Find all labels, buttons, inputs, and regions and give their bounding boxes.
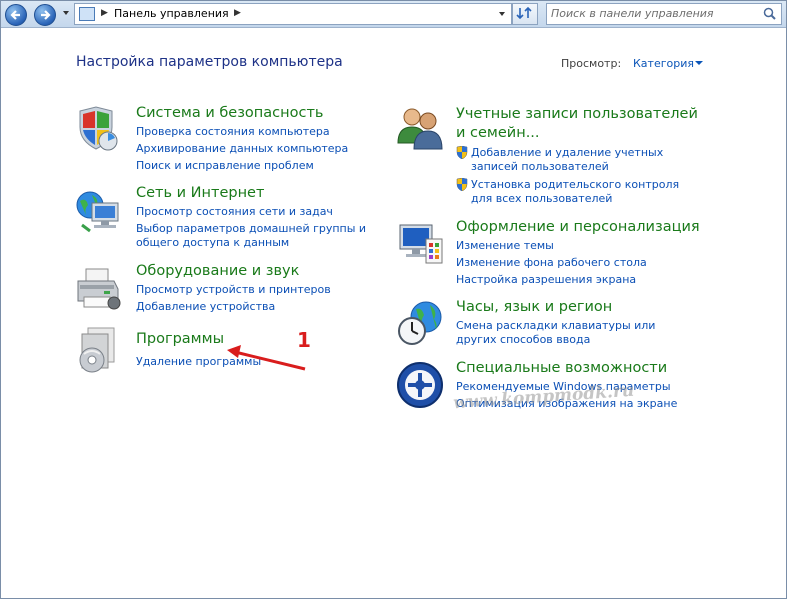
view-label: Просмотр: [561,57,622,70]
uac-shield-icon [456,178,468,191]
annotation-number: 1 [297,328,311,352]
refresh-button[interactable] [512,3,538,25]
users-icon[interactable] [396,103,444,151]
back-button[interactable] [5,4,27,26]
forward-button[interactable] [34,4,56,26]
accessibility-icon[interactable] [396,361,444,409]
chevron-right-icon[interactable]: ▶ [101,8,108,18]
link-devices-printers[interactable]: Просмотр устройств и принтеров [136,283,331,297]
breadcrumb-control-panel[interactable]: Панель управления [114,7,229,20]
address-dropdown-icon[interactable] [499,12,505,16]
recent-pages-dropdown-icon[interactable] [63,11,69,15]
control-panel-window: ▶ Панель управления ▶ Настройка параметр… [0,0,787,599]
monitor-palette-icon[interactable] [396,219,444,267]
link-screen-resolution[interactable]: Настройка разрешения экрана [456,273,636,287]
view-dropdown-arrow-icon[interactable] [695,61,703,65]
link-network-status[interactable]: Просмотр состояния сети и задач [136,205,333,219]
category-clock-language-region[interactable]: Часы, язык и регион [456,299,612,315]
link-change-desktop-background[interactable]: Изменение фона рабочего стола [456,256,647,270]
link-homegroup-sharing[interactable]: Выбор параметров домашней группы и общег… [136,222,371,250]
back-arrow-icon [10,10,20,20]
link-check-computer-status[interactable]: Проверка состояния компьютера [136,125,330,139]
chevron-right-icon[interactable]: ▶ [234,8,241,18]
category-system-security[interactable]: Система и безопасность [136,105,323,121]
view-mode-dropdown[interactable]: Категория [633,57,694,70]
category-programs[interactable]: Программы [136,331,224,347]
search-input[interactable] [551,6,757,20]
link-add-remove-accounts[interactable]: Добавление и удаление учетных записей по… [471,146,706,174]
programs-disc-icon[interactable] [74,326,122,374]
printer-icon[interactable] [74,265,122,313]
navigation-toolbar: ▶ Панель управления ▶ [1,1,786,28]
network-globe-icon[interactable] [74,187,122,235]
link-change-keyboard[interactable]: Смена раскладки клавиатуры или других сп… [456,319,696,347]
category-network-internet[interactable]: Сеть и Интернет [136,185,264,201]
page-title: Настройка параметров компьютера [76,54,343,70]
link-find-fix-problems[interactable]: Поиск и исправление проблем [136,159,314,173]
category-ease-of-access[interactable]: Специальные возможности [456,360,667,376]
search-icon[interactable] [763,7,776,20]
category-hardware-sound[interactable]: Оборудование и звук [136,263,299,279]
shield-computer-icon[interactable] [74,105,122,153]
search-box[interactable] [546,3,782,25]
clock-globe-icon[interactable] [396,299,444,347]
link-change-theme[interactable]: Изменение темы [456,239,554,253]
refresh-icon [516,6,532,20]
link-parental-controls[interactable]: Установка родительского контроля для все… [471,178,701,206]
uac-shield-icon [456,146,468,159]
forward-arrow-icon [41,10,51,20]
address-bar[interactable]: ▶ Панель управления ▶ [74,3,512,25]
control-panel-icon [79,7,95,21]
category-user-accounts[interactable]: Учетные записи пользователей и семейн... [456,105,706,143]
link-add-device[interactable]: Добавление устройства [136,300,275,314]
link-backup-computer[interactable]: Архивирование данных компьютера [136,142,348,156]
category-appearance[interactable]: Оформление и персонализация [456,219,700,235]
